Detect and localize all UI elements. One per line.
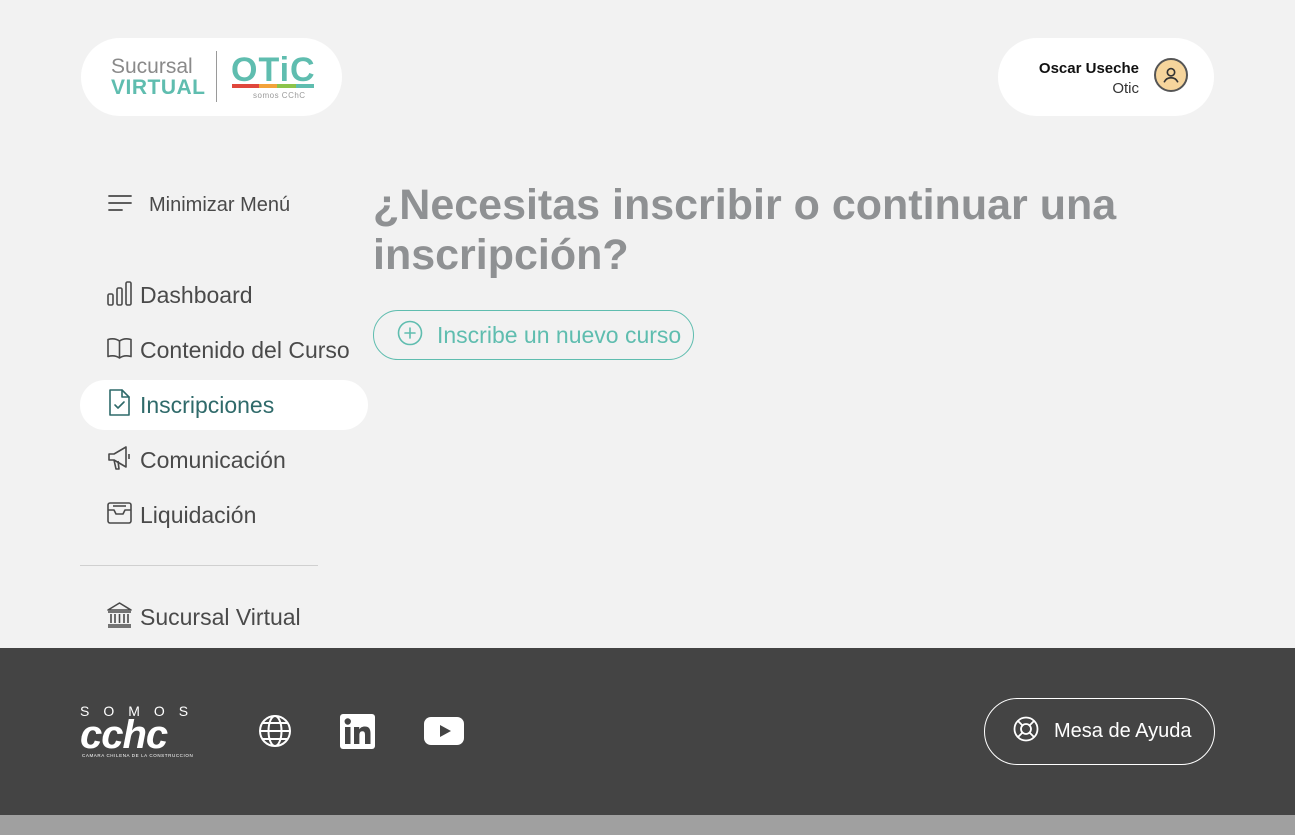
page-title: ¿Necesitas inscribir o continuar una ins… bbox=[373, 181, 1117, 279]
lifebuoy-icon bbox=[1013, 716, 1039, 747]
minimize-menu-button[interactable]: Minimizar Menú bbox=[108, 192, 290, 218]
archive-icon bbox=[107, 501, 132, 530]
help-desk-button[interactable]: Mesa de Ayuda bbox=[984, 698, 1215, 765]
sidebar-item-label: Sucursal Virtual bbox=[140, 603, 301, 630]
bank-icon bbox=[107, 601, 132, 633]
sidebar-item-contenido-del-curso[interactable]: Contenido del Curso bbox=[80, 325, 368, 375]
user-name: Oscar Useche bbox=[1038, 60, 1139, 77]
new-course-button[interactable]: Inscribe un nuevo curso bbox=[373, 310, 694, 360]
cchc-logo[interactable]: SOMOS cchc CAMARA CHILENA DE LA CONSTRUC… bbox=[80, 703, 210, 761]
linkedin-icon[interactable] bbox=[340, 713, 375, 749]
megaphone-icon bbox=[107, 445, 132, 476]
sidebar-item-label: Dashboard bbox=[140, 281, 253, 308]
logo-divider bbox=[216, 51, 217, 102]
cchc-logo-mark: cchc bbox=[80, 713, 168, 757]
cchc-logo-subtitle: CAMARA CHILENA DE LA CONSTRUCCION bbox=[82, 753, 194, 758]
sidebar-item-label: Contenido del Curso bbox=[140, 336, 350, 363]
sidebar-item-label: Inscripciones bbox=[140, 391, 275, 418]
minimize-menu-label: Minimizar Menú bbox=[149, 193, 291, 216]
youtube-icon[interactable] bbox=[424, 714, 464, 748]
user-role: Otic bbox=[1112, 80, 1139, 97]
logo-text-otic: OTiC bbox=[231, 51, 316, 89]
user-circle-icon[interactable] bbox=[1154, 58, 1188, 92]
bar-chart-icon bbox=[107, 280, 132, 311]
sidebar-item-liquidacion[interactable]: Liquidación bbox=[80, 490, 368, 540]
sidebar-item-dashboard[interactable]: Dashboard bbox=[80, 270, 368, 320]
brand-logo[interactable]: Sucursal VIRTUAL OTiC somos CChC bbox=[81, 38, 342, 116]
sidebar-item-sucursal-virtual[interactable]: Sucursal Virtual bbox=[80, 592, 368, 642]
logo-tagline: somos CChC bbox=[253, 91, 306, 100]
bottom-bar bbox=[0, 815, 1295, 835]
file-check-icon bbox=[107, 388, 132, 422]
help-desk-label: Mesa de Ayuda bbox=[1054, 720, 1192, 742]
globe-icon[interactable] bbox=[258, 714, 292, 748]
sidebar-item-label: Comunicación bbox=[140, 446, 286, 473]
sidebar-item-inscripciones[interactable]: Inscripciones bbox=[80, 380, 368, 430]
logo-text-sucursal: Sucursal bbox=[111, 55, 193, 78]
footer: SOMOS cchc CAMARA CHILENA DE LA CONSTRUC… bbox=[0, 648, 1295, 815]
sidebar-divider bbox=[80, 565, 318, 566]
plus-circle-icon bbox=[397, 320, 423, 351]
logo-color-bar bbox=[232, 84, 314, 88]
sidebar-item-label: Liquidación bbox=[140, 501, 257, 528]
book-icon bbox=[107, 336, 132, 365]
menu-lines-icon bbox=[108, 193, 132, 218]
new-course-label: Inscribe un nuevo curso bbox=[437, 321, 682, 348]
sidebar-item-comunicacion[interactable]: Comunicación bbox=[80, 435, 368, 485]
logo-text-virtual: VIRTUAL bbox=[111, 76, 206, 99]
user-menu[interactable]: Oscar Useche Otic bbox=[998, 38, 1214, 116]
